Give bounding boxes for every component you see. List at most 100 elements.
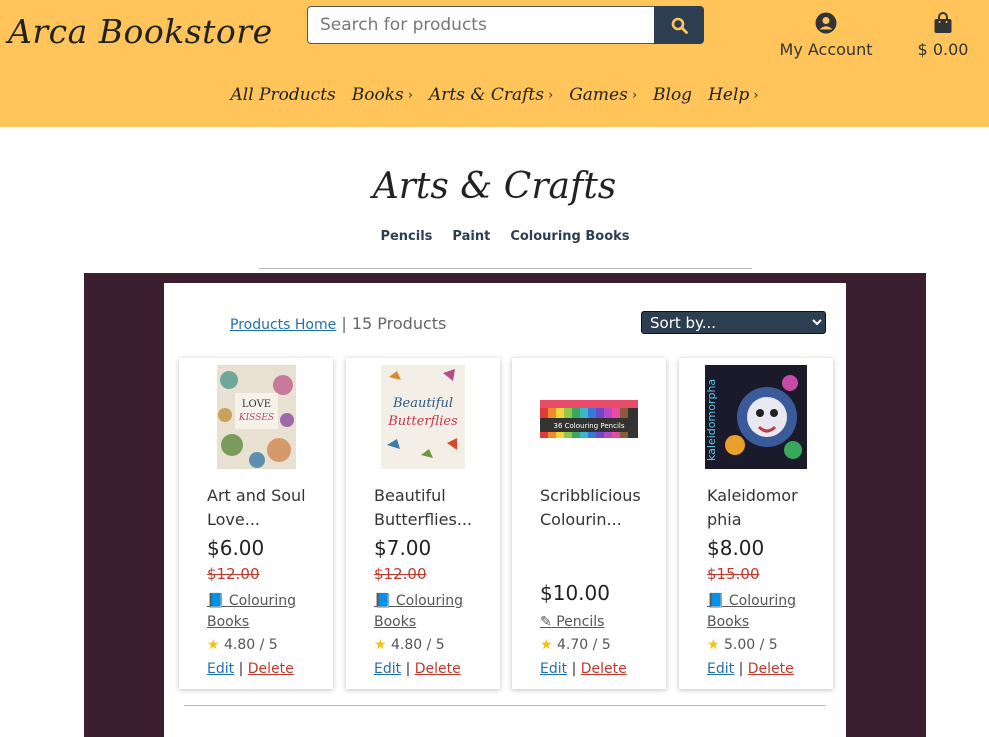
product-price: $7.00 — [374, 536, 432, 560]
delete-link[interactable]: Delete — [415, 661, 461, 677]
product-card[interactable]: LOVE KISSES Art and Soul Love... $6.00 $… — [179, 358, 333, 689]
breadcrumb: Products Home | 15 Products — [230, 314, 446, 333]
edit-link[interactable]: Edit — [374, 661, 401, 677]
subcategory-colouring-books[interactable]: Colouring Books — [510, 229, 629, 244]
nav-label: All Products — [230, 85, 336, 105]
product-rating: ★ 5.00 / 5 — [707, 637, 778, 653]
svg-text:Butterflies: Butterflies — [387, 414, 458, 429]
nav-label: Books — [351, 85, 404, 105]
product-actions: Edit | Delete — [207, 661, 294, 677]
product-old-price: $12.00 — [374, 565, 427, 583]
svg-text:KISSES: KISSES — [237, 413, 273, 423]
my-account-link[interactable]: My Account — [775, 12, 877, 59]
divider — [184, 705, 826, 706]
rating-value: 4.70 / 5 — [557, 637, 611, 653]
nav-arts-crafts[interactable]: Arts & Crafts › — [429, 85, 553, 105]
book-icon: 📘 — [374, 593, 392, 609]
subcategory-pencils[interactable]: Pencils — [380, 229, 432, 244]
category-title: Arts & Crafts — [372, 166, 617, 207]
product-title[interactable]: Kaleidomorphia — [707, 484, 807, 532]
book-cover-image: kaleidomorpha — [705, 365, 807, 469]
delete-link[interactable]: Delete — [581, 661, 627, 677]
products-home-link[interactable]: Products Home — [230, 317, 336, 333]
product-title[interactable]: Art and Soul Love... — [207, 484, 307, 532]
product-category-label: Pencils — [556, 614, 605, 630]
product-rating: ★ 4.70 / 5 — [540, 637, 611, 653]
book-cover-image: Beautiful Butterflies — [381, 365, 465, 469]
account-label: My Account — [779, 40, 873, 59]
divider — [259, 268, 752, 269]
product-count: 15 Products — [351, 314, 447, 333]
product-category-link[interactable]: 📘 Colouring Books — [707, 591, 833, 633]
product-category-link[interactable]: ✎ Pencils — [540, 612, 604, 633]
nav-all-products[interactable]: All Products — [231, 85, 336, 105]
search-input[interactable] — [307, 6, 655, 44]
nav-label: Blog — [653, 85, 693, 105]
nav-help[interactable]: Help › — [708, 85, 758, 105]
shopping-bag-icon — [934, 12, 952, 33]
product-category-link[interactable]: 📘 Colouring Books — [207, 591, 333, 633]
rating-value: 4.80 / 5 — [224, 637, 278, 653]
site-logo[interactable]: Arca Bookstore — [8, 12, 273, 51]
nav-label: Games — [569, 85, 628, 105]
product-actions: Edit | Delete — [707, 661, 794, 677]
sort-select[interactable]: Sort by... — [641, 311, 826, 334]
star-icon: ★ — [374, 637, 387, 653]
rating-value: 4.80 / 5 — [391, 637, 445, 653]
subcategory-links: Pencils Paint Colouring Books — [0, 229, 989, 244]
product-title[interactable]: Scribblicious Colourin... — [540, 484, 641, 532]
product-price: $10.00 — [540, 581, 610, 605]
chevron-right-icon: › — [407, 87, 413, 103]
action-separator: | — [738, 661, 744, 677]
svg-text:LOVE: LOVE — [241, 399, 270, 410]
nav-books[interactable]: Books › — [352, 85, 413, 105]
chevron-right-icon: › — [547, 87, 554, 103]
product-card[interactable]: kaleidomorpha Kaleidomorphia $8.00 $15.0… — [679, 358, 833, 689]
cart-link[interactable]: $ 0.00 — [908, 12, 978, 59]
nav-label: Help — [708, 85, 750, 105]
product-title[interactable]: Beautiful Butterflies... — [374, 484, 474, 532]
subcategory-paint[interactable]: Paint — [452, 229, 490, 244]
product-actions: Edit | Delete — [374, 661, 461, 677]
product-actions: Edit | Delete — [540, 661, 627, 677]
chevron-right-icon: › — [753, 87, 759, 103]
product-price: $6.00 — [207, 536, 265, 560]
star-icon: ★ — [540, 637, 553, 653]
action-separator: | — [571, 661, 577, 677]
book-cover-image: LOVE KISSES — [216, 365, 296, 469]
delete-link[interactable]: Delete — [748, 661, 794, 677]
product-image[interactable]: LOVE KISSES — [179, 365, 333, 469]
search-bar — [307, 6, 704, 44]
star-icon: ★ — [207, 637, 220, 653]
product-old-price: $12.00 — [207, 565, 260, 583]
pencil-box-image: 36 Colouring Pencils — [538, 386, 640, 448]
breadcrumb-separator: | — [341, 314, 347, 333]
product-image[interactable]: Beautiful Butterflies — [346, 365, 500, 469]
product-card[interactable]: 36 Colouring Pencils Scribblicious Colou… — [512, 358, 666, 689]
action-separator: | — [405, 661, 411, 677]
user-circle-icon — [815, 12, 837, 34]
product-category-link[interactable]: 📘 Colouring Books — [374, 591, 500, 633]
nav-blog[interactable]: Blog — [653, 85, 692, 105]
cart-total: $ 0.00 — [917, 40, 969, 59]
svg-text:kaleidomorpha: kaleidomorpha — [705, 379, 718, 461]
product-card[interactable]: Beautiful Butterflies Beautiful Butterfl… — [346, 358, 500, 689]
product-rating: ★ 4.80 / 5 — [374, 637, 445, 653]
edit-link[interactable]: Edit — [707, 661, 734, 677]
product-image[interactable]: kaleidomorpha — [679, 365, 833, 469]
svg-text:36 Colouring Pencils: 36 Colouring Pencils — [554, 422, 625, 430]
product-old-price: $15.00 — [707, 565, 760, 583]
edit-link[interactable]: Edit — [207, 661, 234, 677]
edit-link[interactable]: Edit — [540, 661, 567, 677]
product-rating: ★ 4.80 / 5 — [207, 637, 278, 653]
chevron-right-icon: › — [631, 87, 638, 103]
delete-link[interactable]: Delete — [248, 661, 294, 677]
book-icon: 📘 — [707, 593, 725, 609]
site-header: Arca Bookstore My Account $ 0.00 All Pro… — [0, 0, 989, 127]
search-button[interactable] — [654, 6, 704, 44]
product-image[interactable]: 36 Colouring Pencils — [512, 365, 666, 469]
product-price: $8.00 — [707, 536, 765, 560]
pencil-icon: ✎ — [540, 614, 552, 630]
nav-games[interactable]: Games › — [569, 85, 637, 105]
star-icon: ★ — [707, 637, 720, 653]
